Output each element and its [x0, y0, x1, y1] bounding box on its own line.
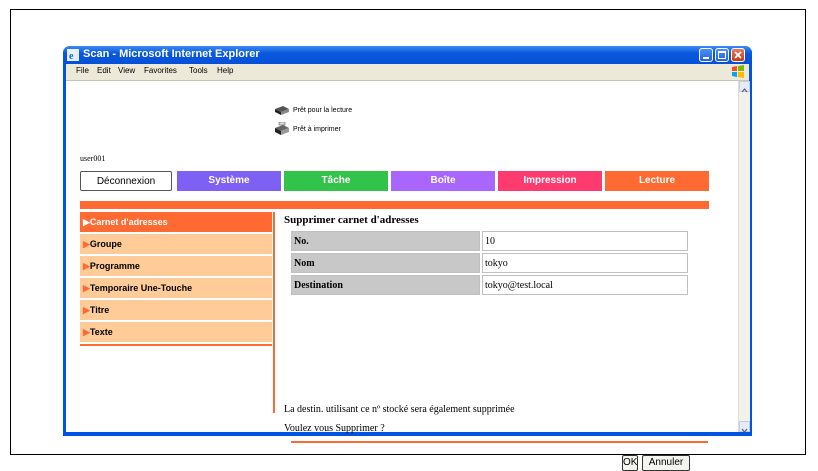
main-panel: Supprimer carnet d'adresses No. 10 Nom t… [284, 212, 716, 471]
menu-bar: File Edit View Favorites Tools Help [66, 64, 749, 81]
table-row: Destination tokyo@test.local [291, 275, 688, 295]
arrow-icon: ▶ [83, 239, 90, 249]
sidebar-divider [80, 344, 272, 346]
title-bar: e Scan - Microsoft Internet Explorer [63, 46, 752, 64]
menu-tools[interactable]: Tools [189, 66, 208, 75]
arrow-icon: ▶ [83, 327, 90, 337]
window-title: Scan - Microsoft Internet Explorer [83, 48, 260, 60]
header-divider [80, 201, 709, 209]
sidebar: ▶Carnet d'adresses ▶Groupe ▶Programme ▶T… [80, 212, 272, 346]
menu-file[interactable]: File [76, 66, 89, 75]
close-icon[interactable] [731, 48, 745, 62]
table-row: No. 10 [291, 231, 688, 251]
arrow-icon: ▶ [83, 305, 90, 315]
details-table: No. 10 Nom tokyo Destination tokyo@test.… [289, 229, 690, 297]
table-row: Nom tokyo [291, 253, 688, 273]
scroll-up-icon[interactable] [739, 81, 750, 93]
user-name: user001 [80, 154, 106, 163]
minimize-icon[interactable] [699, 48, 713, 62]
arrow-icon: ▶ [83, 217, 90, 227]
arrow-icon: ▶ [83, 283, 90, 293]
tab-print[interactable]: Impression [498, 171, 602, 191]
vertical-scrollbar[interactable] [738, 81, 750, 433]
page-content: Prêt pour la lecture Prêt à imprimer use… [66, 81, 738, 471]
tab-system[interactable]: Système [177, 171, 281, 191]
sidebar-item-program[interactable]: ▶Programme [80, 256, 272, 276]
row-label: No. [291, 231, 480, 251]
column-divider [273, 212, 275, 413]
warning-message: La destin. utilisant ce nº stocké sera é… [284, 404, 515, 415]
cancel-button[interactable]: Annuler [642, 455, 690, 471]
tab-box[interactable]: Boîte [391, 171, 495, 191]
menu-favorites[interactable]: Favorites [144, 66, 177, 75]
row-label: Destination [291, 275, 480, 295]
ie-icon: e [67, 49, 79, 61]
scan-status: Prêt pour la lecture [293, 107, 353, 114]
ok-button[interactable]: OK [622, 455, 638, 471]
content-divider [291, 441, 708, 443]
windows-logo-icon [732, 65, 744, 78]
row-value: tokyo@test.local [482, 275, 688, 295]
tab-task[interactable]: Tâche [284, 171, 388, 191]
scanner-icon [275, 106, 289, 115]
scroll-down-icon[interactable] [739, 421, 750, 433]
print-status: Prêt à imprimer [293, 126, 341, 133]
arrow-icon: ▶ [83, 261, 90, 271]
sidebar-item-text[interactable]: ▶Texte [80, 322, 272, 342]
menu-view[interactable]: View [118, 66, 135, 75]
row-value: 10 [482, 231, 688, 251]
browser-window: e Scan - Microsoft Internet Explorer Fil… [63, 46, 752, 471]
sidebar-item-title[interactable]: ▶Titre [80, 300, 272, 320]
svg-text:e: e [69, 51, 74, 61]
menu-help[interactable]: Help [217, 66, 233, 75]
printer-icon [275, 122, 289, 135]
menu-edit[interactable]: Edit [97, 66, 111, 75]
page-title: Supprimer carnet d'adresses [284, 214, 419, 226]
confirm-question: Voulez vous Supprimer ? [284, 423, 385, 434]
row-label: Nom [291, 253, 480, 273]
maximize-icon[interactable] [715, 48, 729, 62]
row-value: tokyo [482, 253, 688, 273]
sidebar-item-group[interactable]: ▶Groupe [80, 234, 272, 254]
tab-scan[interactable]: Lecture [605, 171, 709, 191]
sidebar-item-temporary-one-touch[interactable]: ▶Temporaire Une-Touche [80, 278, 272, 298]
sidebar-item-address-book[interactable]: ▶Carnet d'adresses [80, 212, 272, 232]
tab-logout[interactable]: Déconnexion [80, 171, 172, 191]
